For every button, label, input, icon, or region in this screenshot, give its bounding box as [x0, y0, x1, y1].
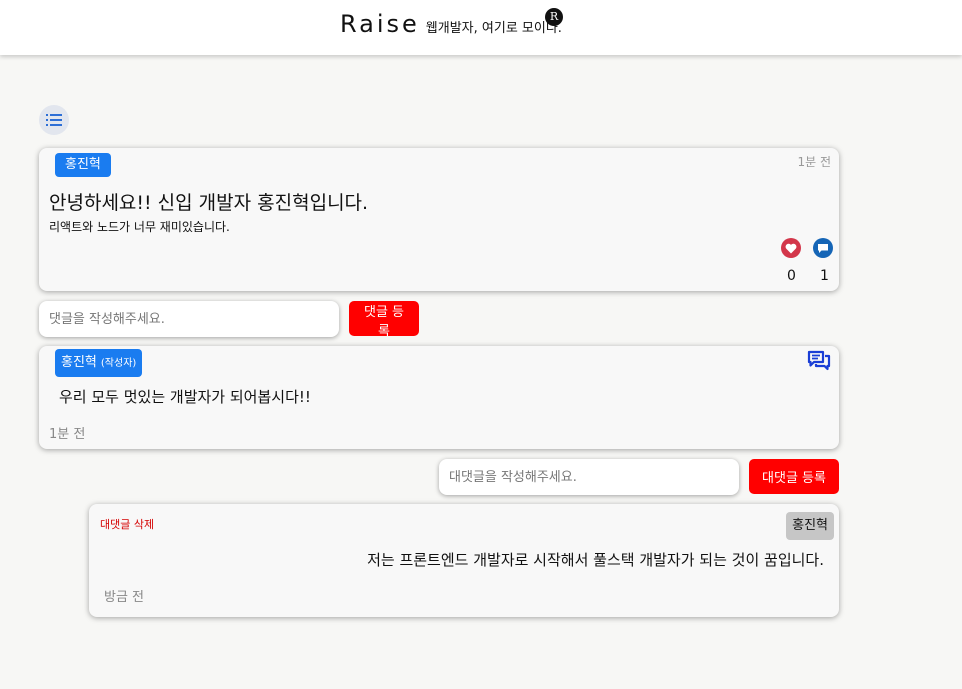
comment-input[interactable]: [39, 301, 339, 337]
comment-author-name: 홍진혁: [61, 355, 97, 370]
reply-time: 방금 전: [104, 590, 145, 605]
reply-input[interactable]: [439, 459, 739, 495]
reply-submit-button[interactable]: 대댓글 등록: [749, 459, 839, 494]
chat-bubbles-icon: [807, 350, 831, 371]
writer-tag: (작성자): [100, 358, 137, 369]
post-body: 리액트와 노드가 너무 재미있습니다.: [49, 220, 230, 234]
registered-badge: R: [545, 8, 563, 26]
heart-icon: [785, 243, 797, 253]
reply-card: 대댓글 삭제 홍진혁 저는 프론트엔드 개발자로 시작해서 풀스택 개발자가 되…: [89, 504, 839, 617]
brand-tagline: 웹개발자, 여기로 모이다.: [425, 21, 562, 36]
post-title: 안녕하세요!! 신입 개발자 홍진혁입니다.: [49, 192, 369, 214]
comment-author-chip[interactable]: 홍진혁 (작성자): [55, 349, 143, 377]
reply-author-chip[interactable]: 홍진혁: [786, 512, 834, 540]
comment-count: 1: [820, 268, 829, 284]
reply-toggle-button[interactable]: [807, 350, 831, 376]
brand[interactable]: Raise 웹개발자, 여기로 모이다. R: [340, 8, 563, 38]
post-author-chip[interactable]: 홍진혁: [55, 153, 111, 177]
reply-delete-button[interactable]: 대댓글 삭제: [100, 516, 154, 532]
comment-toggle-button[interactable]: [813, 238, 833, 258]
reply-text: 저는 프론트엔드 개발자로 시작해서 풀스택 개발자가 되는 것이 꿈입니다.: [367, 551, 824, 569]
post-card: 홍진혁 1분 전 안녕하세요!! 신입 개발자 홍진혁입니다. 리액트와 노드가…: [39, 148, 839, 291]
comment-submit-button[interactable]: 댓글 등록: [349, 301, 419, 339]
top-header: Raise 웹개발자, 여기로 모이다. R: [0, 0, 962, 55]
like-button[interactable]: [781, 238, 801, 258]
list-icon: [46, 114, 62, 126]
brand-name[interactable]: Raise: [340, 10, 420, 38]
post-time: 1분 전: [797, 155, 831, 169]
comment-card: 홍진혁 (작성자) 우리 모두 멋있는 개발자가 되어봅시다!! 1분 전: [39, 346, 839, 449]
comment-text: 우리 모두 멋있는 개발자가 되어봅시다!!: [59, 388, 311, 406]
comment-time: 1분 전: [49, 427, 86, 442]
list-button[interactable]: [39, 105, 69, 135]
like-count: 0: [787, 268, 796, 284]
speech-bubble-icon: [818, 243, 828, 253]
